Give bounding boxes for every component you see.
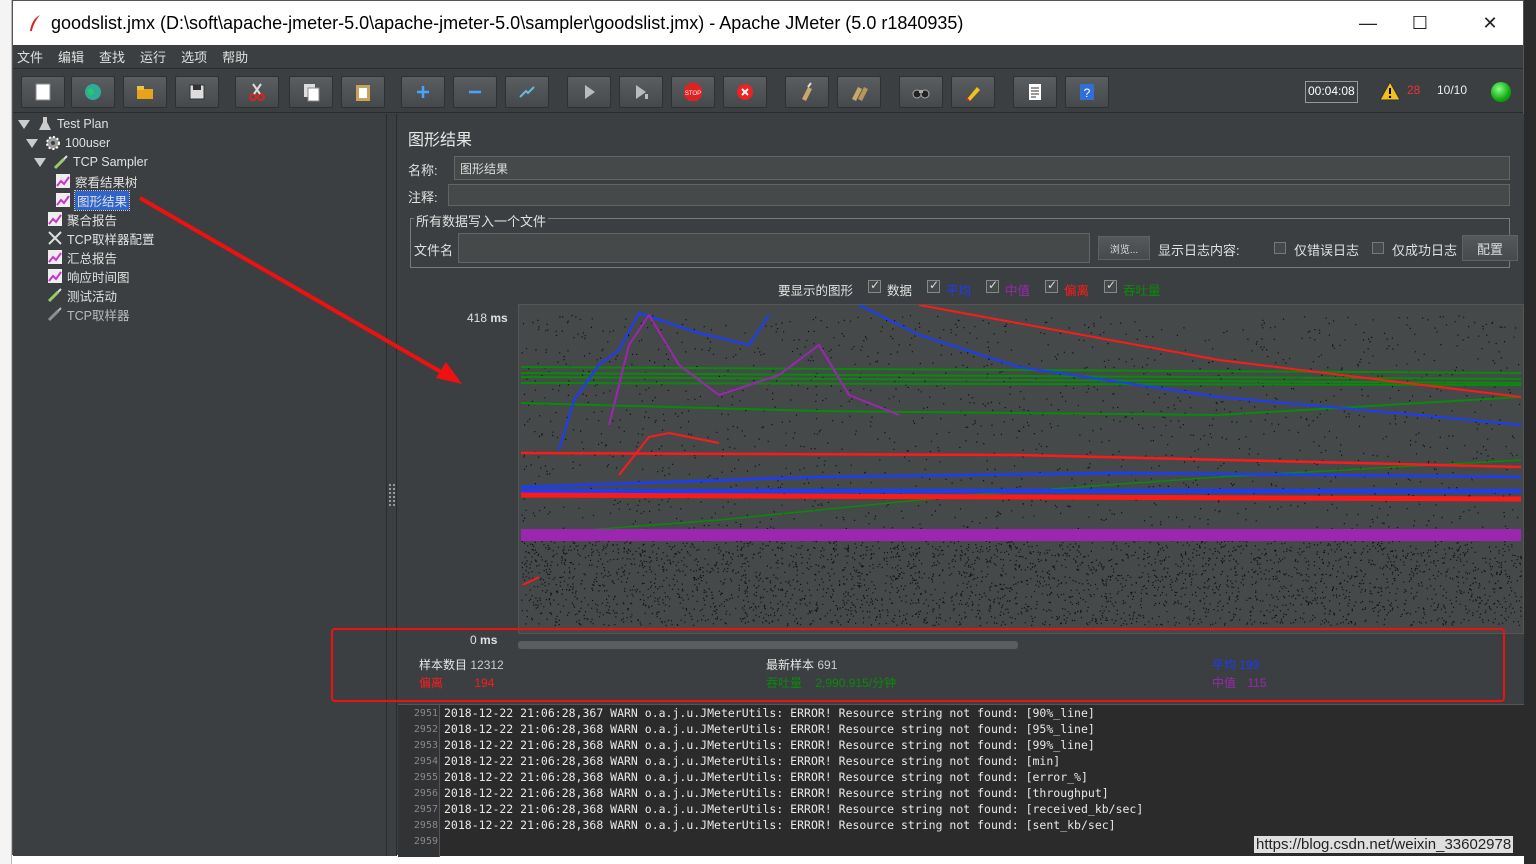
red-arrow-annotation (138, 196, 462, 384)
watermark: https://blog.csdn.net/weixin_33602978 (1254, 836, 1514, 853)
